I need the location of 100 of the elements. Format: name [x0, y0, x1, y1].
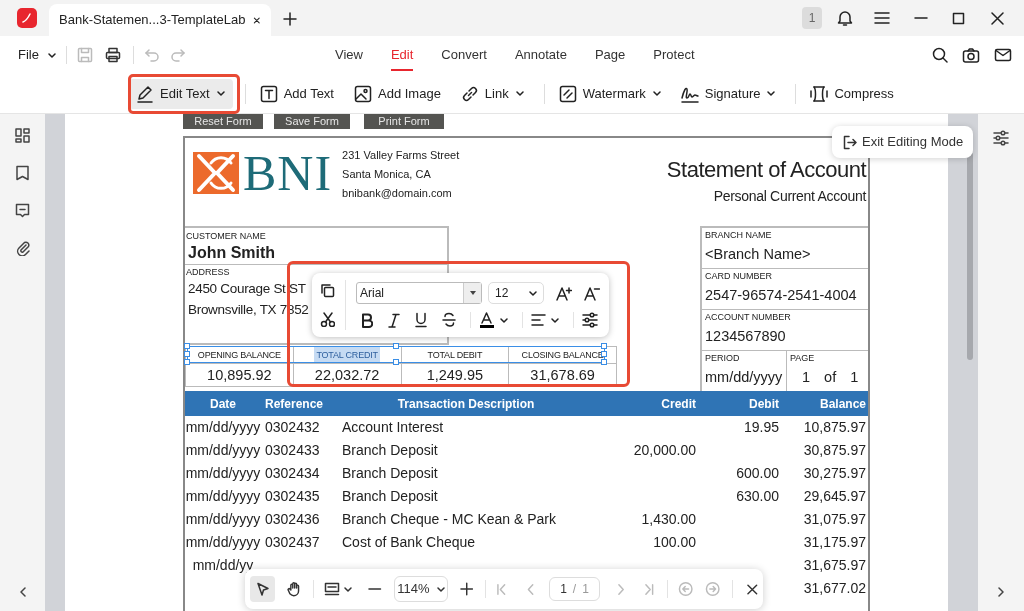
table-cell: 0302435 — [265, 488, 320, 504]
caret-icon — [435, 584, 445, 594]
font-dropdown[interactable]: Arial — [356, 282, 482, 304]
expand-right-icon[interactable] — [997, 587, 1005, 597]
table-cell: 630.00 — [736, 488, 779, 504]
field-label: PERIOD — [705, 352, 741, 364]
field-label: PAGE — [790, 352, 816, 364]
menu-tab[interactable]: Protect — [653, 36, 695, 74]
underline-icon[interactable] — [414, 312, 428, 328]
toolbar-button[interactable]: Edit Text — [128, 78, 233, 109]
toolbar-button[interactable]: Link — [452, 78, 532, 109]
align-dropdown[interactable] — [531, 313, 559, 327]
strikethrough-icon[interactable] — [442, 312, 456, 328]
zoom-in-icon[interactable] — [459, 582, 474, 596]
field-label: ADDRESS — [186, 266, 230, 278]
toolbar-button[interactable]: Add Image — [346, 78, 449, 109]
close-icon[interactable] — [253, 14, 261, 26]
notification-count[interactable]: 1 — [802, 7, 822, 29]
close-icon[interactable] — [747, 583, 759, 595]
table-cell: 0302432 — [265, 419, 320, 435]
font-size-dropdown[interactable]: 12 — [488, 282, 544, 304]
bank-logo-mark-icon — [193, 152, 239, 194]
page-number-field[interactable]: 1 / 1 — [549, 577, 600, 601]
field-value: 1 — [850, 368, 859, 387]
field-value: 2547-96574-2541-4004 — [705, 286, 858, 305]
field-label: TOTAL CREDIT — [314, 347, 380, 363]
table-cell: 20,000.00 — [633, 442, 696, 458]
properties-icon[interactable] — [993, 130, 1009, 146]
table-cell: 0302433 — [265, 442, 320, 458]
toolbar-button[interactable]: Add Text — [251, 78, 342, 109]
copy-icon[interactable] — [320, 283, 335, 298]
table-cell: 30,275.97 — [803, 465, 866, 481]
statement-title: Statement of Account — [666, 156, 866, 184]
exit-editing-button[interactable]: Exit Editing Mode — [832, 126, 974, 158]
table-cell: 1,430.00 — [641, 511, 696, 527]
table-cell: 31,175.97 — [803, 534, 866, 550]
column-header: Transaction Description — [396, 395, 536, 413]
table-cell: Branch Deposit — [342, 465, 438, 481]
thumbnails-icon[interactable] — [15, 128, 30, 143]
select-tool-button[interactable] — [250, 576, 275, 602]
table-cell: 10,875.97 — [803, 419, 866, 435]
camera-icon[interactable] — [962, 46, 980, 64]
form-button[interactable]: Print Form — [364, 114, 444, 129]
field-label: ACCOUNT NUMBER — [705, 311, 792, 323]
view-mode-dropdown[interactable] — [324, 582, 353, 596]
image-icon — [354, 84, 372, 103]
menu-tab[interactable]: Convert — [441, 36, 487, 74]
new-tab-icon[interactable] — [283, 12, 297, 26]
link-icon — [460, 84, 479, 103]
increase-font-icon[interactable] — [556, 285, 572, 301]
font-color-dropdown[interactable] — [479, 312, 508, 328]
bold-icon[interactable] — [360, 312, 373, 328]
field-value: of — [824, 368, 837, 387]
close-icon[interactable] — [991, 11, 1004, 25]
table-cell: 19.95 — [743, 419, 779, 435]
caret-icon — [528, 288, 537, 298]
table-cell: mm/dd/yyyy — [185, 511, 261, 527]
text-box-icon — [259, 84, 278, 103]
search-icon[interactable] — [932, 47, 948, 63]
comment-icon[interactable] — [15, 203, 30, 218]
scrollbar-thumb[interactable] — [967, 152, 973, 360]
pointer-icon — [255, 582, 270, 596]
collapse-left-icon[interactable] — [18, 587, 27, 597]
table-cell: Branch Deposit — [342, 488, 438, 504]
form-button[interactable]: Reset Form — [183, 114, 263, 129]
form-button[interactable]: Save Form — [274, 114, 350, 129]
paperclip-icon[interactable] — [14, 240, 31, 256]
table-cell: mm/dd/yy — [192, 557, 254, 573]
print-icon[interactable] — [104, 47, 121, 63]
decrease-font-icon[interactable] — [584, 285, 600, 301]
menu-icon[interactable] — [874, 10, 890, 26]
address-line: 231 Valley Farms Street — [342, 148, 460, 163]
customer-name: John Smith — [188, 243, 277, 263]
table-cell: mm/dd/yyyy — [185, 465, 261, 481]
menu-tab[interactable]: Page — [594, 36, 626, 74]
table-cell: 0302434 — [265, 465, 320, 481]
table-cell: 31,677.02 — [803, 580, 866, 596]
menu-tab[interactable]: Edit — [390, 36, 414, 74]
document-tab[interactable]: Bank-Statemen...3-TemplateLab — [49, 4, 271, 36]
toolbar-button[interactable]: Watermark — [550, 78, 669, 109]
field-label: CLOSING BALANCE — [520, 349, 605, 362]
settings-icon[interactable] — [582, 312, 598, 328]
bookmark-icon[interactable] — [15, 165, 30, 181]
hand-icon[interactable] — [287, 581, 302, 597]
column-header: Balance — [818, 395, 867, 413]
mail-icon[interactable] — [994, 47, 1012, 63]
italic-icon[interactable] — [387, 312, 400, 328]
field-label: OPENING BALANCE — [196, 349, 282, 362]
field-value: 1 — [802, 368, 811, 387]
menu-tab[interactable]: Annotate — [514, 36, 567, 74]
menu-tab[interactable]: View — [335, 36, 363, 74]
zoom-dropdown[interactable]: 114% — [393, 576, 448, 602]
toolbar-button[interactable]: Compress — [802, 78, 902, 109]
bell-icon[interactable] — [836, 9, 854, 27]
pencil-icon — [136, 84, 154, 103]
table-cell: Branch Cheque - MC Kean & Park — [342, 511, 556, 527]
maximize-icon[interactable] — [952, 11, 965, 25]
file-menu[interactable]: File — [18, 45, 56, 65]
toolbar-button[interactable]: Signature — [672, 78, 784, 109]
cut-icon[interactable] — [320, 312, 335, 327]
